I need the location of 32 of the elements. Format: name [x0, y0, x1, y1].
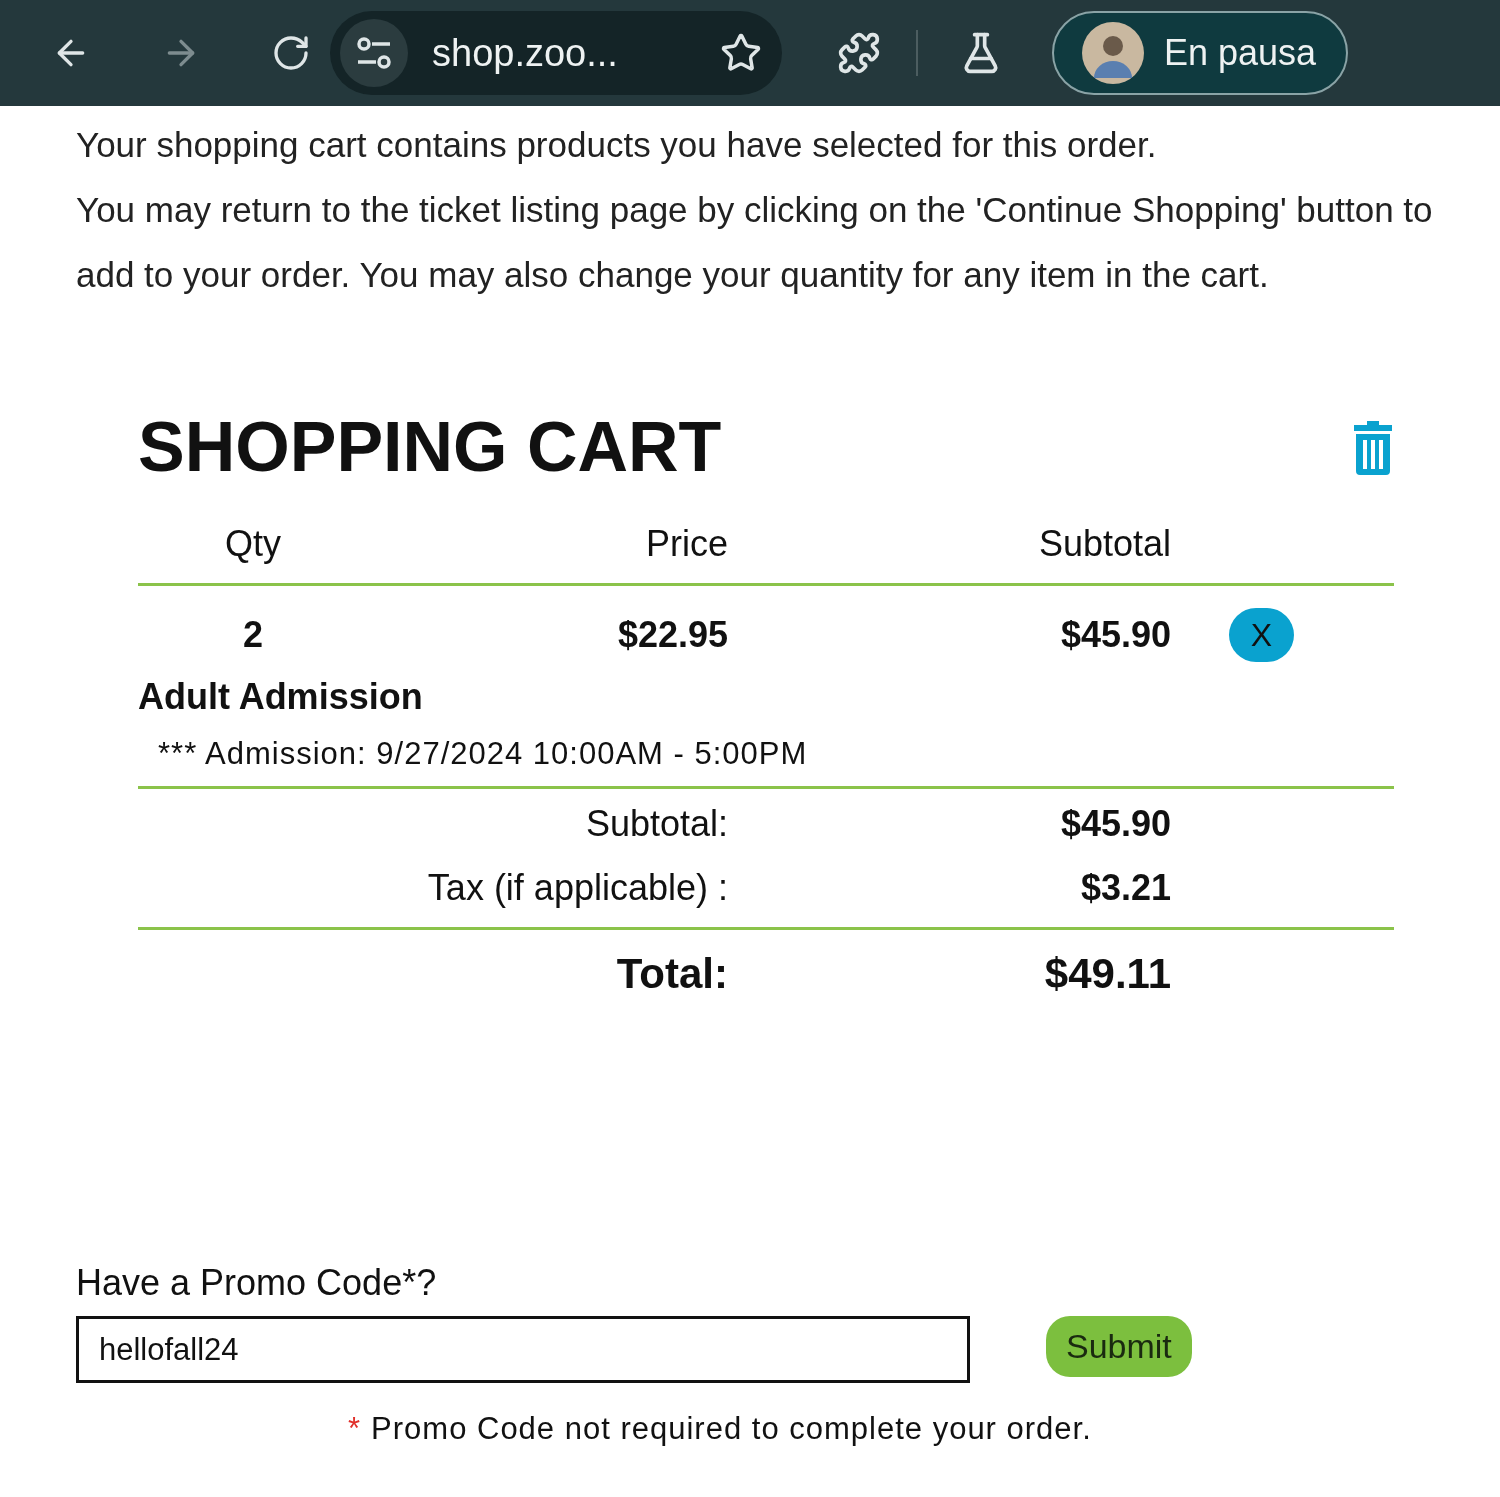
remove-button[interactable]: X — [1229, 608, 1294, 662]
summary-value: $3.21 — [1079, 867, 1171, 909]
item-detail: *** Admission: 9/27/2024 10:00AM - 5:00PM — [158, 736, 809, 773]
column-header: Qty — [224, 523, 282, 565]
avatar-icon — [1082, 22, 1144, 84]
site-settings-icon[interactable] — [340, 19, 408, 87]
summary-label: Subtotal: — [584, 803, 728, 845]
item-name: Adult Admission — [138, 676, 424, 718]
bookmark-star-icon[interactable] — [720, 32, 762, 74]
total-value: $49.11 — [1043, 950, 1171, 998]
required-mark: * — [348, 1411, 362, 1446]
quantity-cell-text: 2 — [242, 614, 264, 656]
price-cell-text: $22.95 — [616, 614, 728, 656]
trash-icon[interactable] — [1352, 419, 1394, 475]
promo-label: Have a Promo Code*? — [76, 1262, 438, 1304]
column-header: Subtotal — [1037, 523, 1171, 565]
column-header: Price — [644, 523, 728, 565]
subtotal-cell-text: $45.90 — [1059, 614, 1171, 656]
summary-label: Tax (if applicable) : — [426, 867, 728, 909]
profile-status: En pausa — [1164, 32, 1317, 74]
intro-paragraph: Your shopping cart contains products you have selected for this order. — [76, 124, 1158, 166]
summary-value: $45.90 — [1059, 803, 1171, 845]
cart-title: SHOPPING CART — [138, 407, 722, 487]
url-text: shop.zoo... — [432, 31, 619, 75]
puzzle-icon[interactable] — [836, 30, 882, 76]
address-bar[interactable]: shop.zoo... — [330, 11, 782, 95]
intro-paragraph: You may return to the ticket listing page by clicking on the 'Continue Shopping' button to add to your order. You may also change your quantity for any item in the cart. — [76, 189, 1434, 296]
promo-code-field[interactable]: hellofall24 — [76, 1316, 970, 1383]
profile-button[interactable]: En pausa — [1052, 11, 1348, 95]
total-label: Total: — [615, 950, 728, 998]
submit-button[interactable]: Submit — [1046, 1316, 1192, 1377]
promo-note: Promo Code not required to complete your order. — [371, 1411, 1092, 1446]
